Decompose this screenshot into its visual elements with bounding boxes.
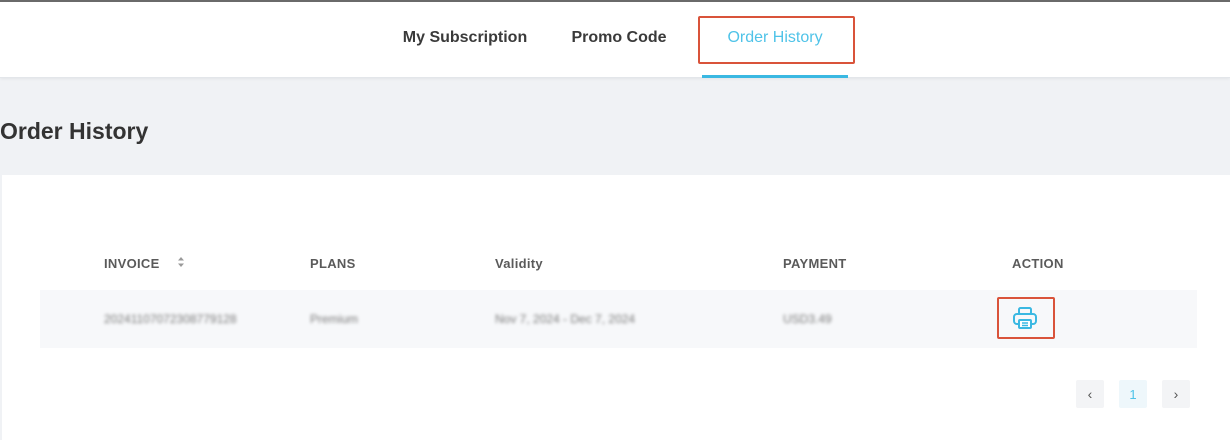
tab-promo-code[interactable]: Promo Code [558,2,680,78]
column-header-invoice[interactable]: INVOICE [104,256,160,271]
tab-order-history[interactable]: Order History [702,2,848,78]
table-header: INVOICE PLANS Validity PAYMENT ACTION [0,256,1230,274]
column-header-plans: PLANS [310,256,356,271]
chevron-right-icon: › [1173,386,1179,402]
tab-label: My Subscription [402,29,528,46]
chevron-left-icon: ‹ [1087,386,1093,402]
column-header-action: ACTION [1012,256,1064,271]
payment-cell: USD3.49 [783,312,832,326]
print-invoice-button[interactable] [1012,306,1038,330]
active-tab-indicator [702,75,848,78]
page-button-1[interactable]: 1 [1119,380,1147,408]
tab-label: Order History [727,29,823,46]
sort-icon[interactable] [177,256,185,270]
tab-my-subscription[interactable]: My Subscription [388,2,542,78]
validity-cell: Nov 7, 2024 - Dec 7, 2024 [495,312,636,326]
invoice-cell: 20241107072308779128 [104,312,237,326]
column-header-validity: Validity [495,256,543,271]
printer-icon [1013,307,1037,329]
next-page-button[interactable]: › [1162,380,1190,408]
prev-page-button[interactable]: ‹ [1076,380,1104,408]
page-title: Order History [0,118,149,144]
tab-label: Promo Code [571,29,667,46]
page-number: 1 [1129,386,1137,402]
column-header-payment: PAYMENT [783,256,847,271]
tab-bar: My Subscription Promo Code Order History [0,2,1230,78]
plan-cell: Premium [310,312,359,326]
